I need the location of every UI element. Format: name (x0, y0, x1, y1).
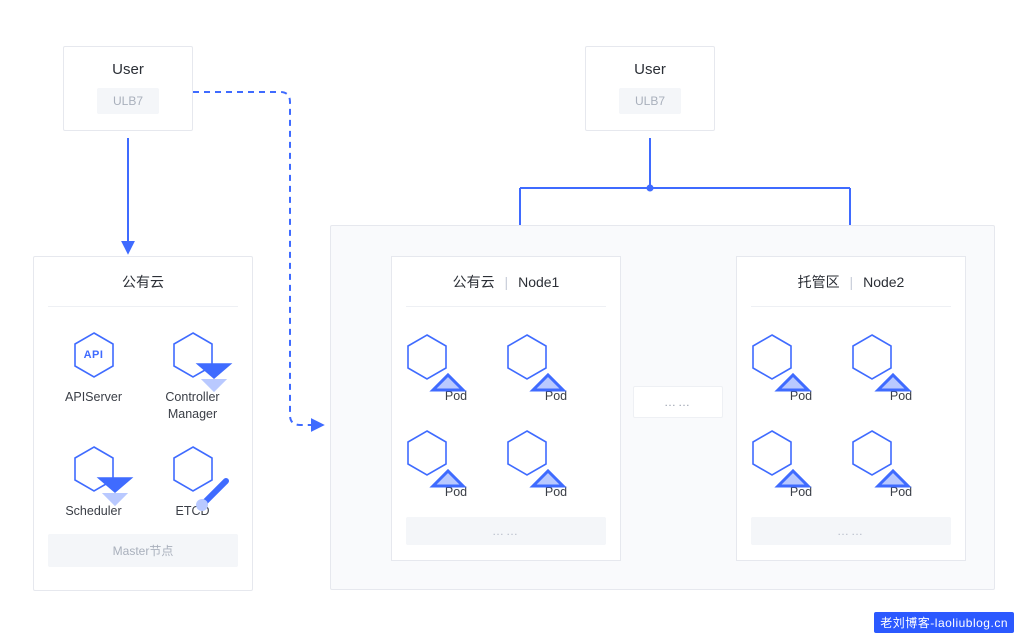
node1-title-right: Node1 (518, 274, 559, 290)
user-right-box: User ULB7 (585, 46, 715, 131)
user-right-title: User (596, 61, 704, 78)
title-separator: | (505, 274, 509, 290)
scheduler-icon (73, 445, 115, 493)
pod-item: Pod (751, 333, 851, 403)
pod-icon (751, 333, 793, 381)
pod-item: Pod (851, 333, 951, 403)
node1-pod-grid: Pod Pod Pod Po (406, 307, 606, 499)
pod-icon (506, 429, 548, 477)
node2-pod-grid: Pod Pod Pod Po (751, 307, 951, 499)
node1-ellipsis: …… (406, 517, 606, 545)
watermark: 老刘博客-laoliublog.cn (874, 612, 1014, 633)
scheduler-component: Scheduler (48, 445, 139, 520)
apiserver-component: API APIServer (48, 331, 139, 423)
node1-title: 公有云 | Node1 (406, 257, 606, 307)
pod-icon (851, 333, 893, 381)
ulb7-badge-left: ULB7 (97, 88, 159, 114)
node1-box: 公有云 | Node1 Pod Pod (391, 256, 621, 561)
controller-icon (172, 331, 214, 379)
ulb7-badge-right: ULB7 (619, 88, 681, 114)
master-box: 公有云 API APIServer Controller Manager Sch… (33, 256, 253, 591)
node1-title-left: 公有云 (453, 274, 495, 290)
pod-item: Pod (851, 429, 951, 499)
node2-title-left: 托管区 (798, 274, 840, 290)
pod-item: Pod (406, 429, 506, 499)
master-footer: Master节点 (48, 534, 238, 567)
apiserver-label: APIServer (48, 389, 139, 406)
master-title: 公有云 (48, 257, 238, 307)
master-components: API APIServer Controller Manager Schedul… (48, 307, 238, 520)
pod-icon (406, 333, 448, 381)
node2-box: 托管区 | Node2 Pod Pod (736, 256, 966, 561)
cluster-box: 公有云 | Node1 Pod Pod (330, 225, 995, 590)
etcd-component: ETCD (147, 445, 238, 520)
pod-item: Pod (406, 333, 506, 403)
node2-title: 托管区 | Node2 (751, 257, 951, 307)
pod-icon (406, 429, 448, 477)
controller-component: Controller Manager (147, 331, 238, 423)
between-nodes-ellipsis: …… (633, 386, 723, 418)
user-left-box: User ULB7 (63, 46, 193, 131)
pod-icon (851, 429, 893, 477)
etcd-icon (172, 445, 214, 493)
node2-ellipsis: …… (751, 517, 951, 545)
pod-item: Pod (751, 429, 851, 499)
api-icon: API (73, 331, 115, 379)
pod-item: Pod (506, 429, 606, 499)
pod-icon (751, 429, 793, 477)
pod-icon (506, 333, 548, 381)
pod-item: Pod (506, 333, 606, 403)
user-left-title: User (74, 61, 182, 78)
node2-title-right: Node2 (863, 274, 904, 290)
title-separator: | (850, 274, 854, 290)
